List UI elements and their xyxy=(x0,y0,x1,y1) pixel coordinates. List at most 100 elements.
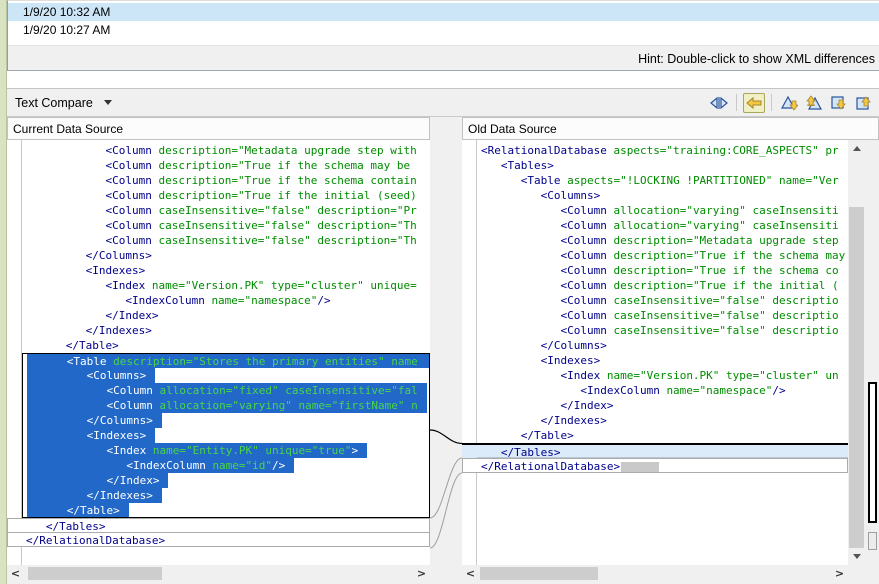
code-line-content: </Columns> xyxy=(26,248,152,263)
scroll-right-arrow[interactable]: > xyxy=(413,565,430,582)
scroll-left-arrow[interactable]: < xyxy=(7,565,24,582)
code-token: description="True if the schema may be xyxy=(158,159,410,172)
code-line: </Table> xyxy=(22,338,430,353)
code-token: </Indexes> xyxy=(87,489,153,502)
code-line-content: <IndexColumn name="namespace"/> xyxy=(26,293,331,308)
code-line-content: <Columns> xyxy=(27,368,155,383)
code-token: <Column xyxy=(560,309,613,322)
history-row[interactable]: 1/9/20 10:32 AM xyxy=(8,3,879,21)
history-timestamp: 1/9/20 10:27 AM xyxy=(23,23,110,37)
code-token: <Column xyxy=(560,324,613,337)
code-token: <Column xyxy=(560,249,613,262)
code-line: </Tables> xyxy=(22,518,430,533)
compare-editor-window: 1/9/20 10:32 AM 1/9/20 10:27 AM Hint: Do… xyxy=(0,0,879,584)
code-token: <Indexes> xyxy=(86,264,146,277)
vertical-scrollbar-thumb[interactable] xyxy=(849,207,864,548)
code-line: <Column caseInsensitive="false" descript… xyxy=(22,218,430,233)
code-token: <Column xyxy=(560,234,613,247)
history-panel: 1/9/20 10:32 AM 1/9/20 10:27 AM Hint: Do… xyxy=(7,0,879,71)
code-token: <Index xyxy=(105,279,151,292)
code-line: </Index> xyxy=(477,398,848,413)
history-row[interactable]: 1/9/20 10:27 AM xyxy=(8,21,879,39)
next-difference-button[interactable] xyxy=(778,93,800,113)
triangle-down-icon xyxy=(853,554,861,559)
code-line: </RelationalDatabase> xyxy=(477,458,848,473)
overview-change-marker[interactable] xyxy=(868,532,877,550)
scroll-down-arrow[interactable] xyxy=(848,548,866,565)
code-line-content: <Column allocation="varying" name="first… xyxy=(27,398,427,413)
diff-box-gutter-stub xyxy=(7,532,22,547)
code-token: <Index xyxy=(106,444,152,457)
code-token: description="Metadata upgrade step xyxy=(613,234,838,247)
right-horizontal-scrollbar[interactable]: < > xyxy=(462,565,848,582)
code-token: name="Version.PK" type="cluster" unique= xyxy=(152,279,417,292)
code-token: <Indexes> xyxy=(87,429,147,442)
panel-gap xyxy=(7,71,879,88)
code-token: <Index xyxy=(560,369,606,382)
code-line: </Index> xyxy=(22,473,430,488)
code-line-content: <Index name="Entity.PK" unique="true"> xyxy=(27,443,367,458)
code-line-content: <Column description="True if the initial… xyxy=(26,188,417,203)
code-token: </Index> xyxy=(106,474,159,487)
code-token: </RelationalDatabase> xyxy=(26,534,165,547)
scroll-left-arrow[interactable]: < xyxy=(462,565,479,582)
view-selector-dropdown[interactable]: Text Compare xyxy=(15,96,112,110)
code-line: </Tables> xyxy=(477,443,848,458)
copy-left-arrow-icon xyxy=(746,96,762,110)
history-timestamp: 1/9/20 10:32 AM xyxy=(23,5,110,19)
code-line: <Column description="True if the schema … xyxy=(22,173,430,188)
code-line-content: <Indexes> xyxy=(26,263,145,278)
previous-change-button[interactable] xyxy=(853,93,875,113)
left-editor[interactable]: <Column description="Metadata upgrade st… xyxy=(22,140,430,565)
right-vertical-scrollbar[interactable] xyxy=(848,140,866,565)
next-change-button[interactable] xyxy=(828,93,850,113)
diff-connector-strip xyxy=(430,140,462,565)
code-token: description="True if the schema co xyxy=(613,264,838,277)
code-token: </Table> xyxy=(66,339,119,352)
horizontal-scrollbar-thumb[interactable] xyxy=(480,567,598,580)
compare-header: Text Compare xyxy=(7,88,879,117)
right-editor[interactable]: <RelationalDatabase aspects="training:CO… xyxy=(477,140,848,565)
previous-difference-button[interactable] xyxy=(803,93,825,113)
code-line-content: </Index> xyxy=(481,398,613,413)
copy-all-right-to-left-button[interactable] xyxy=(743,93,765,113)
code-token: <Column xyxy=(560,279,613,292)
code-line-content: <Tables> xyxy=(481,158,554,173)
horizontal-scrollbar-thumb[interactable] xyxy=(28,567,162,580)
left-editor-gutter xyxy=(7,140,22,565)
code-token: <Column xyxy=(105,144,158,157)
code-token: description="Stores the primary entities… xyxy=(113,355,418,368)
code-line-content: </Tables> xyxy=(481,445,560,458)
scroll-up-arrow[interactable] xyxy=(848,140,866,157)
left-horizontal-scrollbar[interactable]: < > xyxy=(7,565,430,582)
code-token: allocation="varying" caseInsensiti xyxy=(613,204,838,217)
code-token: name="namespace" xyxy=(666,384,772,397)
swap-left-and-right-view-button[interactable] xyxy=(708,93,730,113)
diff-box-gutter-stub xyxy=(462,458,477,473)
code-line-content: <Columns> xyxy=(481,188,600,203)
code-token: <Column xyxy=(105,234,158,247)
code-token: <Column xyxy=(560,264,613,277)
code-line: <Column allocation="varying" caseInsensi… xyxy=(477,203,848,218)
code-line: <Index name="Version.PK" type="cluster" … xyxy=(477,368,848,383)
code-token: /> xyxy=(317,294,330,307)
previous-change-icon xyxy=(855,95,873,111)
code-token: allocation="varying" caseInsensiti xyxy=(613,219,838,232)
swap-left-right-icon xyxy=(710,96,728,110)
code-line-content: <Column description="True if the initial… xyxy=(481,278,839,293)
code-line-content: </Table> xyxy=(481,428,574,443)
code-token: caseInsensitive="false" descriptio xyxy=(613,324,838,337)
hint-bar: Hint: Double-click to show XML differenc… xyxy=(8,45,879,70)
code-token: name="id" xyxy=(212,459,272,472)
code-line-content: <Column caseInsensitive="false" descript… xyxy=(481,293,839,308)
code-line-content: </Index> xyxy=(27,473,168,488)
scroll-right-arrow[interactable]: > xyxy=(831,565,848,582)
code-token: description="True if the initial (seed) xyxy=(158,189,416,202)
code-line-content: </Table> xyxy=(27,503,129,518)
code-token: <Column xyxy=(560,219,613,232)
code-line: <Column allocation="fixed" caseInsensiti… xyxy=(22,383,430,398)
overview-ruler xyxy=(866,140,879,584)
right-pane-title-text: Old Data Source xyxy=(468,122,557,136)
code-line: </Indexes> xyxy=(22,323,430,338)
overview-diff-marker[interactable] xyxy=(868,382,877,523)
